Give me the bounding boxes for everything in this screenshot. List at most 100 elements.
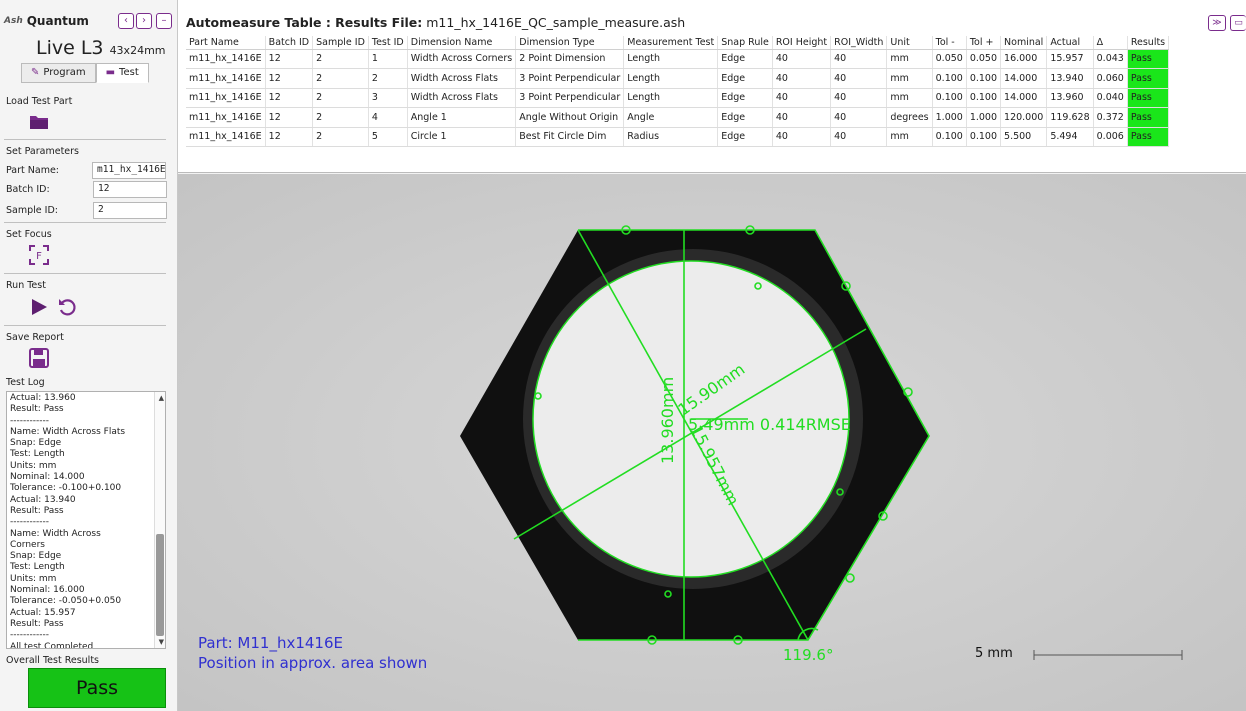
- table-cell: 120.000: [1000, 107, 1048, 128]
- column-header[interactable]: ROI Height: [772, 36, 832, 50]
- table-header-row: Part Name Batch ID Sample ID Test ID Dimensi…: [186, 36, 1170, 50]
- table-cell: 5.500: [1000, 127, 1048, 147]
- folder-open-button[interactable]: [28, 111, 50, 133]
- table-cell: 12: [265, 107, 314, 128]
- table-cell: 5.494: [1046, 127, 1094, 147]
- table-cell: 2 Point Dimension: [515, 49, 625, 69]
- live-label: Live L3: [36, 37, 104, 59]
- table-cell: 40: [830, 49, 888, 69]
- table-cell: 3 Point Perpendicular: [515, 88, 625, 108]
- table-cell: degrees: [886, 107, 933, 128]
- table-cell: Best Fit Circle Dim: [515, 127, 625, 147]
- scroll-down-icon[interactable]: ▼: [159, 638, 164, 646]
- sample-id-input[interactable]: 2: [93, 202, 167, 219]
- run-test-label: Run Test: [6, 280, 46, 291]
- table-cell: 40: [830, 127, 888, 147]
- column-header[interactable]: Δ: [1093, 36, 1128, 50]
- table-row[interactable]: m11_hx_1416E 12 2 2 Width Across Flats 3 Poin…: [186, 68, 1170, 89]
- result-cell: Pass: [1127, 68, 1170, 89]
- column-header[interactable]: Tol +: [966, 36, 1002, 50]
- save-icon: [29, 348, 49, 368]
- forward-button[interactable]: ›: [136, 13, 152, 29]
- mode-tabs: ✎ Program ▬ Test: [21, 63, 149, 83]
- table-cell: 2: [368, 68, 408, 89]
- column-header[interactable]: Results: [1127, 36, 1170, 50]
- table-cell: 12: [265, 49, 314, 69]
- table-cell: 12: [265, 68, 314, 89]
- save-report-button[interactable]: [28, 347, 50, 369]
- measurement-overlay: 13.960mm 15.90mm 15.957mm 5.49mm 0.414RM…: [178, 174, 1246, 711]
- table-cell: Length: [623, 49, 719, 69]
- collapse-button[interactable]: ≫: [1208, 15, 1226, 31]
- test-log[interactable]: Actual: 13.960 Result: Pass ------------…: [6, 391, 166, 649]
- table-cell: 2: [312, 88, 369, 108]
- table-cell: Length: [623, 68, 719, 89]
- table-cell: Width Across Corners: [407, 49, 517, 69]
- table-cell: 0.100: [966, 127, 1002, 147]
- table-row[interactable]: m11_hx_1416E 12 2 1 Width Across Corners 2 Po…: [186, 49, 1170, 69]
- table-cell: 1.000: [966, 107, 1002, 128]
- table-cell: 2: [312, 127, 369, 147]
- column-header[interactable]: Actual: [1046, 36, 1094, 50]
- camera-view[interactable]: 13.960mm 15.90mm 15.957mm 5.49mm 0.414RM…: [178, 174, 1246, 711]
- table-cell: 3 Point Perpendicular: [515, 68, 625, 89]
- column-header[interactable]: Nominal: [1000, 36, 1048, 50]
- column-header[interactable]: Dimension Type: [515, 36, 625, 50]
- column-header[interactable]: Measurement Test: [623, 36, 719, 50]
- divider: [4, 325, 166, 326]
- tab-test[interactable]: ▬ Test: [95, 63, 149, 83]
- column-header[interactable]: Unit: [886, 36, 933, 50]
- results-panel: Automeasure Table : Results File: m11_hx…: [178, 0, 1246, 173]
- log-scroll-thumb[interactable]: [156, 534, 164, 636]
- table-row[interactable]: m11_hx_1416E 12 2 5 Circle 1 Best Fit Circle …: [186, 127, 1170, 147]
- table-cell: 14.000: [1000, 68, 1048, 89]
- focus-button[interactable]: F: [28, 244, 50, 266]
- scroll-up-icon[interactable]: ▲: [159, 394, 164, 402]
- table-cell: 40: [830, 88, 888, 108]
- column-header[interactable]: Snap Rule: [717, 36, 773, 50]
- table-row[interactable]: m11_hx_1416E 12 2 4 Angle 1 Angle Without Ori…: [186, 107, 1170, 128]
- column-header[interactable]: Tol -: [932, 36, 967, 50]
- table-cell: 13.960: [1046, 88, 1094, 108]
- log-scrollbar[interactable]: ▲ ▼: [154, 392, 165, 648]
- part-name-label: Part Name:: [6, 165, 60, 176]
- table-cell: m11_hx_1416E: [186, 88, 266, 108]
- results-table: Part Name Batch ID Sample ID Test ID Dimensi…: [186, 36, 1170, 147]
- result-cell: Pass: [1127, 88, 1170, 108]
- run-button[interactable]: [28, 296, 50, 318]
- table-cell: Edge: [717, 107, 773, 128]
- column-header[interactable]: ROI_Width: [830, 36, 888, 50]
- table-cell: 2: [312, 107, 369, 128]
- back-button[interactable]: ‹: [118, 13, 134, 29]
- save-report-label: Save Report: [6, 332, 64, 343]
- sample-id-label: Sample ID:: [6, 205, 58, 216]
- column-header[interactable]: Part Name: [186, 36, 266, 50]
- tab-test-label: Test: [119, 67, 139, 78]
- table-row[interactable]: m11_hx_1416E 12 2 3 Width Across Flats 3 Poin…: [186, 88, 1170, 108]
- test-log-text: Actual: 13.960 Result: Pass ------------…: [10, 393, 126, 649]
- table-cell: 0.043: [1093, 49, 1128, 69]
- results-table-title: Automeasure Table : Results File: m11_hx…: [186, 15, 685, 30]
- table-cell: Edge: [717, 49, 773, 69]
- table-cell: 40: [772, 49, 832, 69]
- table-cell: Edge: [717, 127, 773, 147]
- column-header[interactable]: Batch ID: [265, 36, 314, 50]
- table-cell: m11_hx_1416E: [186, 127, 266, 147]
- batch-id-input[interactable]: 12: [93, 181, 167, 198]
- column-header[interactable]: Sample ID: [312, 36, 369, 50]
- overlay-vertical-label: 13.960mm: [658, 377, 677, 464]
- table-cell: Angle: [623, 107, 719, 128]
- table-cell: Edge: [717, 68, 773, 89]
- table-cell: Width Across Flats: [407, 68, 517, 89]
- minimize-button[interactable]: –: [156, 13, 172, 29]
- part-name-input[interactable]: m11_hx_1416E: [92, 162, 166, 179]
- double-chevron-icon: ≫: [1212, 18, 1222, 28]
- results-title-prefix: Automeasure Table : Results File:: [186, 15, 423, 30]
- window-button[interactable]: ▭: [1230, 15, 1246, 31]
- column-header[interactable]: Test ID: [368, 36, 408, 50]
- window-icon: ▭: [1234, 18, 1243, 28]
- tab-program[interactable]: ✎ Program: [21, 63, 96, 83]
- table-cell: 12: [265, 127, 314, 147]
- column-header[interactable]: Dimension Name: [407, 36, 517, 50]
- reset-button[interactable]: [56, 296, 78, 318]
